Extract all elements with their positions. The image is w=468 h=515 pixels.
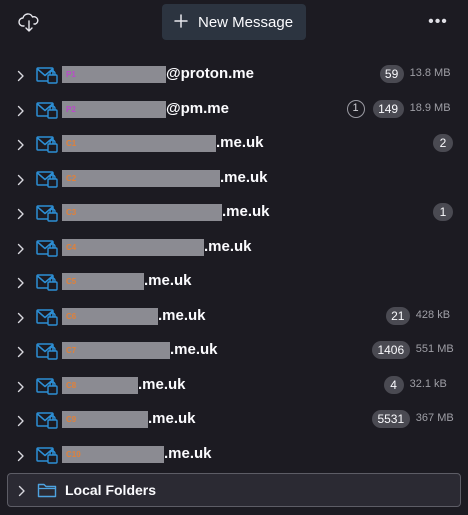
unread-count-badge: 2 xyxy=(433,134,453,152)
account-domain: .me.uk xyxy=(220,169,268,186)
mail-lock-icon xyxy=(36,446,58,464)
chevron-right-icon[interactable] xyxy=(15,207,27,220)
unread-count-badge: 59 xyxy=(379,65,404,83)
folder-size: 551 MB xyxy=(415,343,454,355)
account-domain: @proton.me xyxy=(166,65,254,82)
account-domain: .me.uk xyxy=(222,203,270,220)
cloud-download-icon[interactable] xyxy=(18,13,40,33)
account-domain: .me.uk xyxy=(170,341,218,358)
redacted-username xyxy=(62,101,166,118)
account-row[interactable]: P1 @proton.me 13.8 MB 59 xyxy=(0,58,468,92)
new-message-label: New Message xyxy=(198,14,294,31)
redacted-username xyxy=(62,204,222,221)
chevron-right-icon[interactable] xyxy=(16,484,28,497)
account-row[interactable]: C8 .me.uk 32.1 kB 4 xyxy=(0,369,468,403)
redacted-username xyxy=(62,239,204,256)
account-tag: C5 xyxy=(66,277,77,286)
account-tag: C8 xyxy=(66,381,77,390)
chevron-right-icon[interactable] xyxy=(15,69,27,82)
mail-lock-icon xyxy=(36,66,58,84)
chevron-right-icon[interactable] xyxy=(15,345,27,358)
account-domain: @pm.me xyxy=(166,100,229,117)
new-message-button[interactable]: New Message xyxy=(162,4,306,40)
account-tag: C3 xyxy=(66,208,77,217)
chevron-right-icon[interactable] xyxy=(15,242,27,255)
chevron-right-icon[interactable] xyxy=(15,276,27,289)
plus-icon xyxy=(174,14,188,28)
account-domain: .me.uk xyxy=(148,410,196,427)
mail-lock-icon xyxy=(36,273,58,291)
unread-count-badge: 1406 xyxy=(371,341,410,359)
mail-lock-icon xyxy=(36,239,58,257)
folder-size: 13.8 MB xyxy=(409,67,451,79)
local-folders-row[interactable]: Local Folders xyxy=(7,473,461,507)
unread-count-badge: 21 xyxy=(385,307,410,325)
redacted-username xyxy=(62,135,216,152)
account-domain: .me.uk xyxy=(144,272,192,289)
account-row[interactable]: C1 .me.uk 2 xyxy=(0,127,468,161)
chevron-right-icon[interactable] xyxy=(15,414,27,427)
account-row[interactable]: P2 @pm.me 18.9 MB 149 1 xyxy=(0,93,468,127)
account-row[interactable]: C10 .me.uk xyxy=(0,438,468,472)
account-tag: C2 xyxy=(66,174,77,183)
account-row[interactable]: C5 .me.uk xyxy=(0,265,468,299)
folder-icon xyxy=(37,482,57,498)
local-folders-label: Local Folders xyxy=(65,482,157,498)
mail-lock-icon xyxy=(36,101,58,119)
mail-lock-icon xyxy=(36,170,58,188)
account-row[interactable]: C3 .me.uk 1 xyxy=(0,196,468,230)
chevron-right-icon[interactable] xyxy=(15,173,27,186)
mail-lock-icon xyxy=(36,342,58,360)
unread-count-badge: 149 xyxy=(372,100,404,118)
chevron-right-icon[interactable] xyxy=(15,311,27,324)
more-options-button[interactable]: ••• xyxy=(426,12,450,32)
account-row[interactable]: C9 .me.uk 367 MB 5531 xyxy=(0,403,468,437)
account-domain: .me.uk xyxy=(164,445,212,462)
account-tag: P2 xyxy=(66,105,76,114)
redacted-username xyxy=(62,66,166,83)
folder-size: 32.1 kB xyxy=(409,378,447,390)
chevron-right-icon[interactable] xyxy=(15,449,27,462)
account-domain: .me.uk xyxy=(158,307,206,324)
redacted-username xyxy=(62,308,158,325)
account-tag: C6 xyxy=(66,312,77,321)
account-row[interactable]: C4 .me.uk xyxy=(0,231,468,265)
mail-lock-icon xyxy=(36,308,58,326)
account-domain: .me.uk xyxy=(204,238,252,255)
account-tag: C9 xyxy=(66,415,77,424)
chevron-right-icon[interactable] xyxy=(15,138,27,151)
redacted-username xyxy=(62,170,220,187)
mail-lock-icon xyxy=(36,411,58,429)
folder-size: 367 MB xyxy=(415,412,454,424)
account-domain: .me.uk xyxy=(216,134,264,151)
mail-lock-icon xyxy=(36,135,58,153)
unread-count-badge: 5531 xyxy=(371,410,410,428)
chevron-right-icon[interactable] xyxy=(15,380,27,393)
account-tag: C7 xyxy=(66,346,77,355)
account-tag: C1 xyxy=(66,139,77,148)
mail-lock-icon xyxy=(36,377,58,395)
folder-size: 18.9 MB xyxy=(409,102,451,114)
account-tag: P1 xyxy=(66,70,76,79)
folder-size: 428 kB xyxy=(415,309,451,321)
account-tag: C10 xyxy=(66,450,81,459)
account-row[interactable]: C6 .me.uk 428 kB 21 xyxy=(0,300,468,334)
new-message-count-badge: 1 xyxy=(346,100,365,118)
mail-lock-icon xyxy=(36,204,58,222)
redacted-username xyxy=(62,342,170,359)
chevron-right-icon[interactable] xyxy=(15,104,27,117)
toolbar: New Message ••• xyxy=(0,0,468,46)
unread-count-badge: 1 xyxy=(433,203,453,221)
unread-count-badge: 4 xyxy=(383,376,404,394)
account-tag: C4 xyxy=(66,243,77,252)
account-row[interactable]: C2 .me.uk xyxy=(0,162,468,196)
account-domain: .me.uk xyxy=(138,376,186,393)
account-row[interactable]: C7 .me.uk 551 MB 1406 xyxy=(0,334,468,368)
